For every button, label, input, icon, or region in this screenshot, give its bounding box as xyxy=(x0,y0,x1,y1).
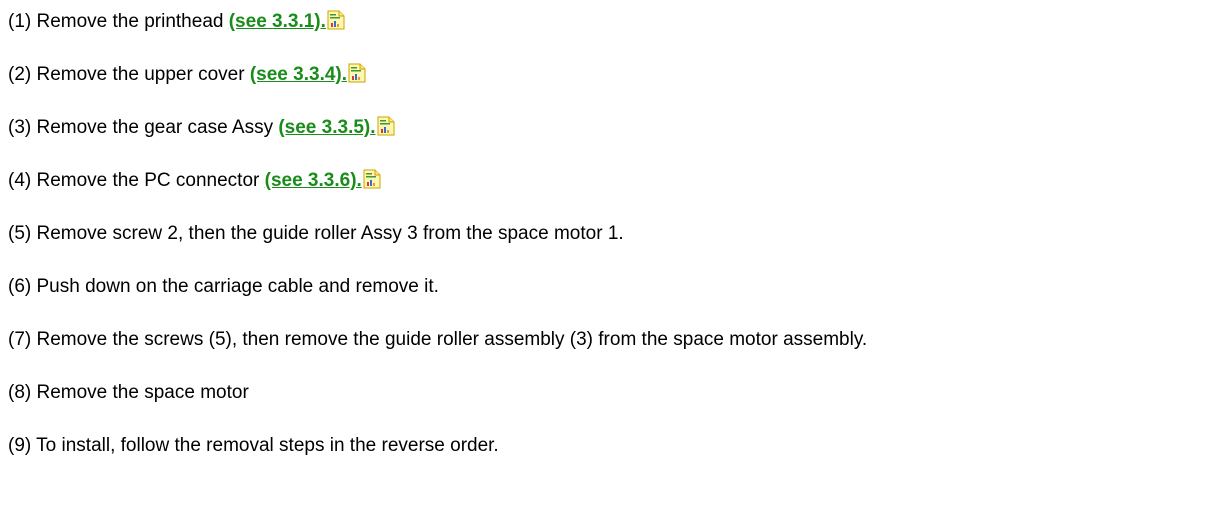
step-text: (1) Remove the printhead xyxy=(8,11,229,32)
step-text: (2) Remove the upper cover xyxy=(8,64,250,85)
step-9: (9) To install, follow the removal steps… xyxy=(8,434,1223,457)
step-1: (1) Remove the printhead (see 3.3.1). xyxy=(8,10,1223,33)
document-icon[interactable] xyxy=(327,10,345,30)
step-text: (3) Remove the gear case Assy xyxy=(8,117,279,138)
document-icon[interactable] xyxy=(348,63,366,83)
step-text: (7) Remove the screws (5), then remove t… xyxy=(8,329,868,350)
step-4: (4) Remove the PC connector (see 3.3.6). xyxy=(8,169,1223,192)
step-text: (6) Push down on the carriage cable and … xyxy=(8,276,439,297)
see-3-3-4-link[interactable]: (see 3.3.4). xyxy=(250,64,347,85)
step-text: (9) To install, follow the removal steps… xyxy=(8,435,499,456)
step-6: (6) Push down on the carriage cable and … xyxy=(8,275,1223,298)
step-text: (4) Remove the PC connector xyxy=(8,170,265,191)
step-5: (5) Remove screw 2, then the guide rolle… xyxy=(8,222,1223,245)
step-text: (5) Remove screw 2, then the guide rolle… xyxy=(8,223,624,244)
see-3-3-1-link[interactable]: (see 3.3.1). xyxy=(229,11,326,32)
document-icon[interactable] xyxy=(363,169,381,189)
removal-steps-list: (1) Remove the printhead (see 3.3.1). (2… xyxy=(0,0,1223,457)
step-3: (3) Remove the gear case Assy (see 3.3.5… xyxy=(8,116,1223,139)
see-3-3-5-link[interactable]: (see 3.3.5). xyxy=(278,117,375,138)
document-icon[interactable] xyxy=(377,116,395,136)
step-2: (2) Remove the upper cover (see 3.3.4). xyxy=(8,63,1223,86)
step-7: (7) Remove the screws (5), then remove t… xyxy=(8,328,1223,351)
step-8: (8) Remove the space motor xyxy=(8,381,1223,404)
step-text: (8) Remove the space motor xyxy=(8,382,249,403)
see-3-3-6-link[interactable]: (see 3.3.6). xyxy=(265,170,362,191)
